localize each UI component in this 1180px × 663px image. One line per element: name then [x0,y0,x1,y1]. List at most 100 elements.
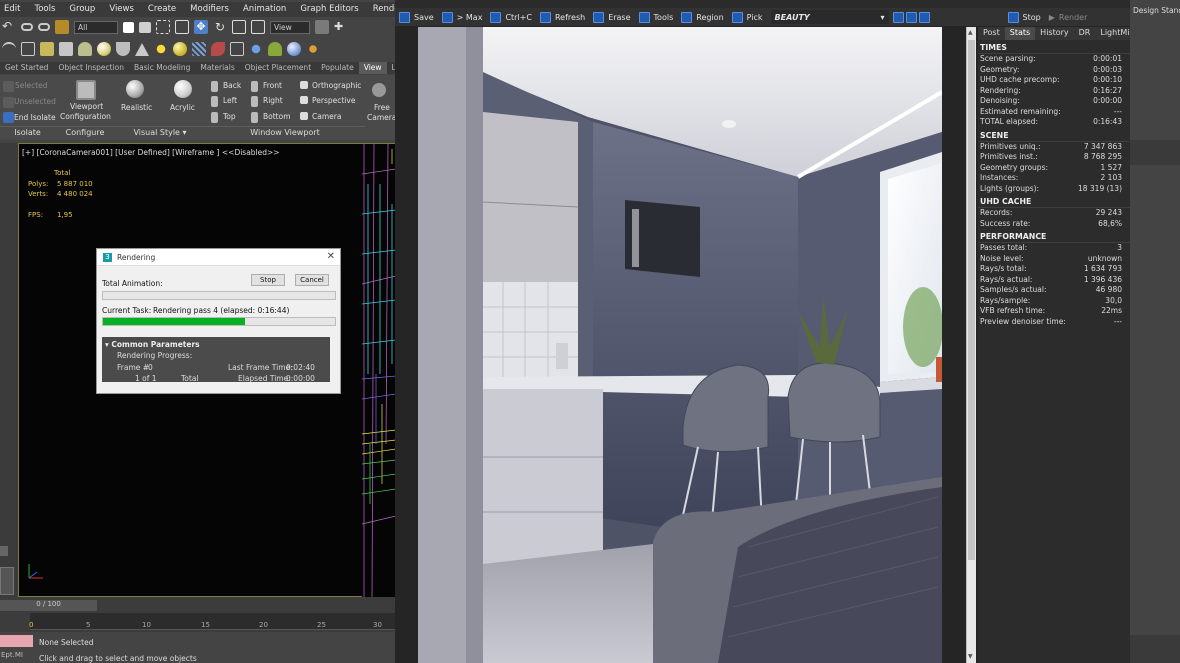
paint-icon[interactable] [40,42,54,56]
menu-views[interactable]: Views [105,2,134,17]
ref-coord-dropdown[interactable]: View [270,20,310,34]
gold-sphere-icon[interactable] [173,42,187,56]
free-camera-label-2[interactable]: Camera [367,113,395,122]
ribbon-tab-get-started[interactable]: Get Started [0,62,53,74]
end-isolate-button[interactable]: End Isolate [14,113,56,122]
vfb-max-button[interactable]: > Max [438,11,487,23]
vertical-scrollbar[interactable]: ▲ ▼ [966,27,976,663]
selection-filter-dropdown[interactable]: All [74,20,118,34]
scrollbar-thumb[interactable] [968,40,975,560]
vfb-refresh-button[interactable]: Refresh [536,11,589,23]
brush-icon[interactable] [211,42,225,56]
stats-tab-dr[interactable]: DR [1074,27,1096,40]
bind-space-warp-icon[interactable] [55,20,69,34]
stats-tab-lightmix[interactable]: LightMix [1095,27,1130,40]
menu-animation[interactable]: Animation [239,2,286,17]
menu-group[interactable]: Group [65,2,95,17]
isolate-selected[interactable]: Selected [15,81,48,90]
cone-icon[interactable] [135,42,149,56]
viewport-config-label-2[interactable]: Configuration [60,112,111,121]
zoom-in-icon[interactable] [892,11,904,23]
viewport-header[interactable]: [+] [CoronaCamera001] [User Defined] [Wi… [22,148,280,157]
menu-rendering[interactable]: Rendering [369,2,395,17]
free-camera-label-1[interactable]: Free [374,103,390,112]
isolate-unselected[interactable]: Unselected [14,97,56,106]
globe-icon[interactable] [287,42,301,56]
select-object-icon[interactable] [123,21,134,33]
expand-arrow-icon[interactable] [0,546,8,556]
ribbon-tab-basic-modeling[interactable]: Basic Modeling [129,62,195,74]
ribbon-tab-object-inspection[interactable]: Object Inspection [53,62,129,74]
cylinder-icon[interactable] [78,42,92,56]
rect-selection-icon[interactable] [156,20,170,34]
channel-dropdown[interactable]: BEAUTY ▾ [770,10,889,24]
view-left[interactable]: Left [223,96,237,105]
vfb-region-button[interactable]: Region [677,11,727,23]
manipulate-icon[interactable]: ✚ [334,20,348,34]
lasso-icon[interactable] [21,42,35,56]
vfb-tools-button[interactable]: Tools [635,11,678,23]
stats-tab-post[interactable]: Post [978,27,1005,40]
bowl-icon[interactable] [116,42,130,56]
zoom-fit-icon[interactable] [918,11,930,23]
view-camera[interactable]: Camera [312,112,341,121]
vfb-save-button[interactable]: Save [395,11,438,23]
tri-icon[interactable] [230,42,244,56]
cancel-button[interactable]: Cancel [295,274,329,286]
track-bar[interactable]: 0 5 10 15 20 25 30 [29,613,395,630]
view-back[interactable]: Back [223,81,241,90]
stats-tab-history[interactable]: History [1035,27,1073,40]
move-icon[interactable]: ✥ [194,20,208,34]
stop-button[interactable]: Stop [251,274,285,286]
ribbon-tab-object-placement[interactable]: Object Placement [240,62,316,74]
view-right[interactable]: Right [263,96,283,105]
window-crossing-icon[interactable] [175,20,189,34]
realistic-button[interactable]: Realistic [121,103,152,112]
acrylic-button[interactable]: Acrylic [170,103,195,112]
placement-icon[interactable] [251,20,265,34]
undo-icon[interactable]: ↶ [2,20,16,34]
plant-icon[interactable] [268,42,282,56]
menu-modifiers[interactable]: Modifiers [186,2,229,17]
ribbon-tab-li[interactable]: Li [387,62,395,74]
vfb-stop-button[interactable]: Stop [1004,11,1045,23]
view-front[interactable]: Front [263,81,282,90]
dots-icon[interactable] [306,42,320,56]
menu-edit[interactable]: Edit [0,2,20,17]
time-slider[interactable]: 0 / 100 [0,600,97,611]
sun-icon[interactable] [154,42,168,56]
scale-icon[interactable] [232,20,246,34]
vfb-render-button[interactable]: ▶ Render [1045,13,1092,22]
view-perspective[interactable]: Perspective [312,96,355,105]
script-mini-label[interactable]: Ept.MI [1,651,23,659]
close-icon[interactable]: ✕ [327,251,335,262]
menu-tools[interactable]: Tools [30,2,55,17]
sphere-icon[interactable] [97,42,111,56]
scroll-up-icon[interactable]: ▲ [968,29,973,36]
molecule-icon[interactable] [249,42,263,56]
view-orthographic[interactable]: Orthographic [312,81,361,90]
workspace-label[interactable]: Design Standa [1133,6,1180,15]
view-top[interactable]: Top [223,112,236,121]
view-bottom[interactable]: Bottom [263,112,291,121]
common-parameters-rollout[interactable]: ▾ Common Parameters [102,337,330,349]
viewcube-icon[interactable] [0,567,14,595]
maxscript-listener[interactable] [0,635,33,647]
particles-icon[interactable] [192,42,206,56]
vfb-erase-button[interactable]: Erase [589,11,634,23]
ribbon-tab-populate[interactable]: Populate [316,62,359,74]
rendered-image[interactable] [418,27,942,663]
arc-icon[interactable] [2,42,16,56]
select-by-name-icon[interactable] [139,21,151,33]
menu-graph-editors[interactable]: Graph Editors [296,2,358,17]
zoom-out-icon[interactable] [905,11,917,23]
viewport-config-label-1[interactable]: Viewport [70,102,103,111]
stats-tab-stats[interactable]: Stats [1004,27,1036,40]
ribbon-tab-view[interactable]: View [358,62,387,74]
box-icon[interactable] [59,42,73,56]
nav-controls[interactable] [1130,635,1180,663]
ribbon-tab-materials[interactable]: Materials [195,62,239,74]
unlink-icon[interactable] [38,23,50,31]
link-icon[interactable] [21,23,33,31]
scroll-down-icon[interactable]: ▼ [968,653,973,660]
